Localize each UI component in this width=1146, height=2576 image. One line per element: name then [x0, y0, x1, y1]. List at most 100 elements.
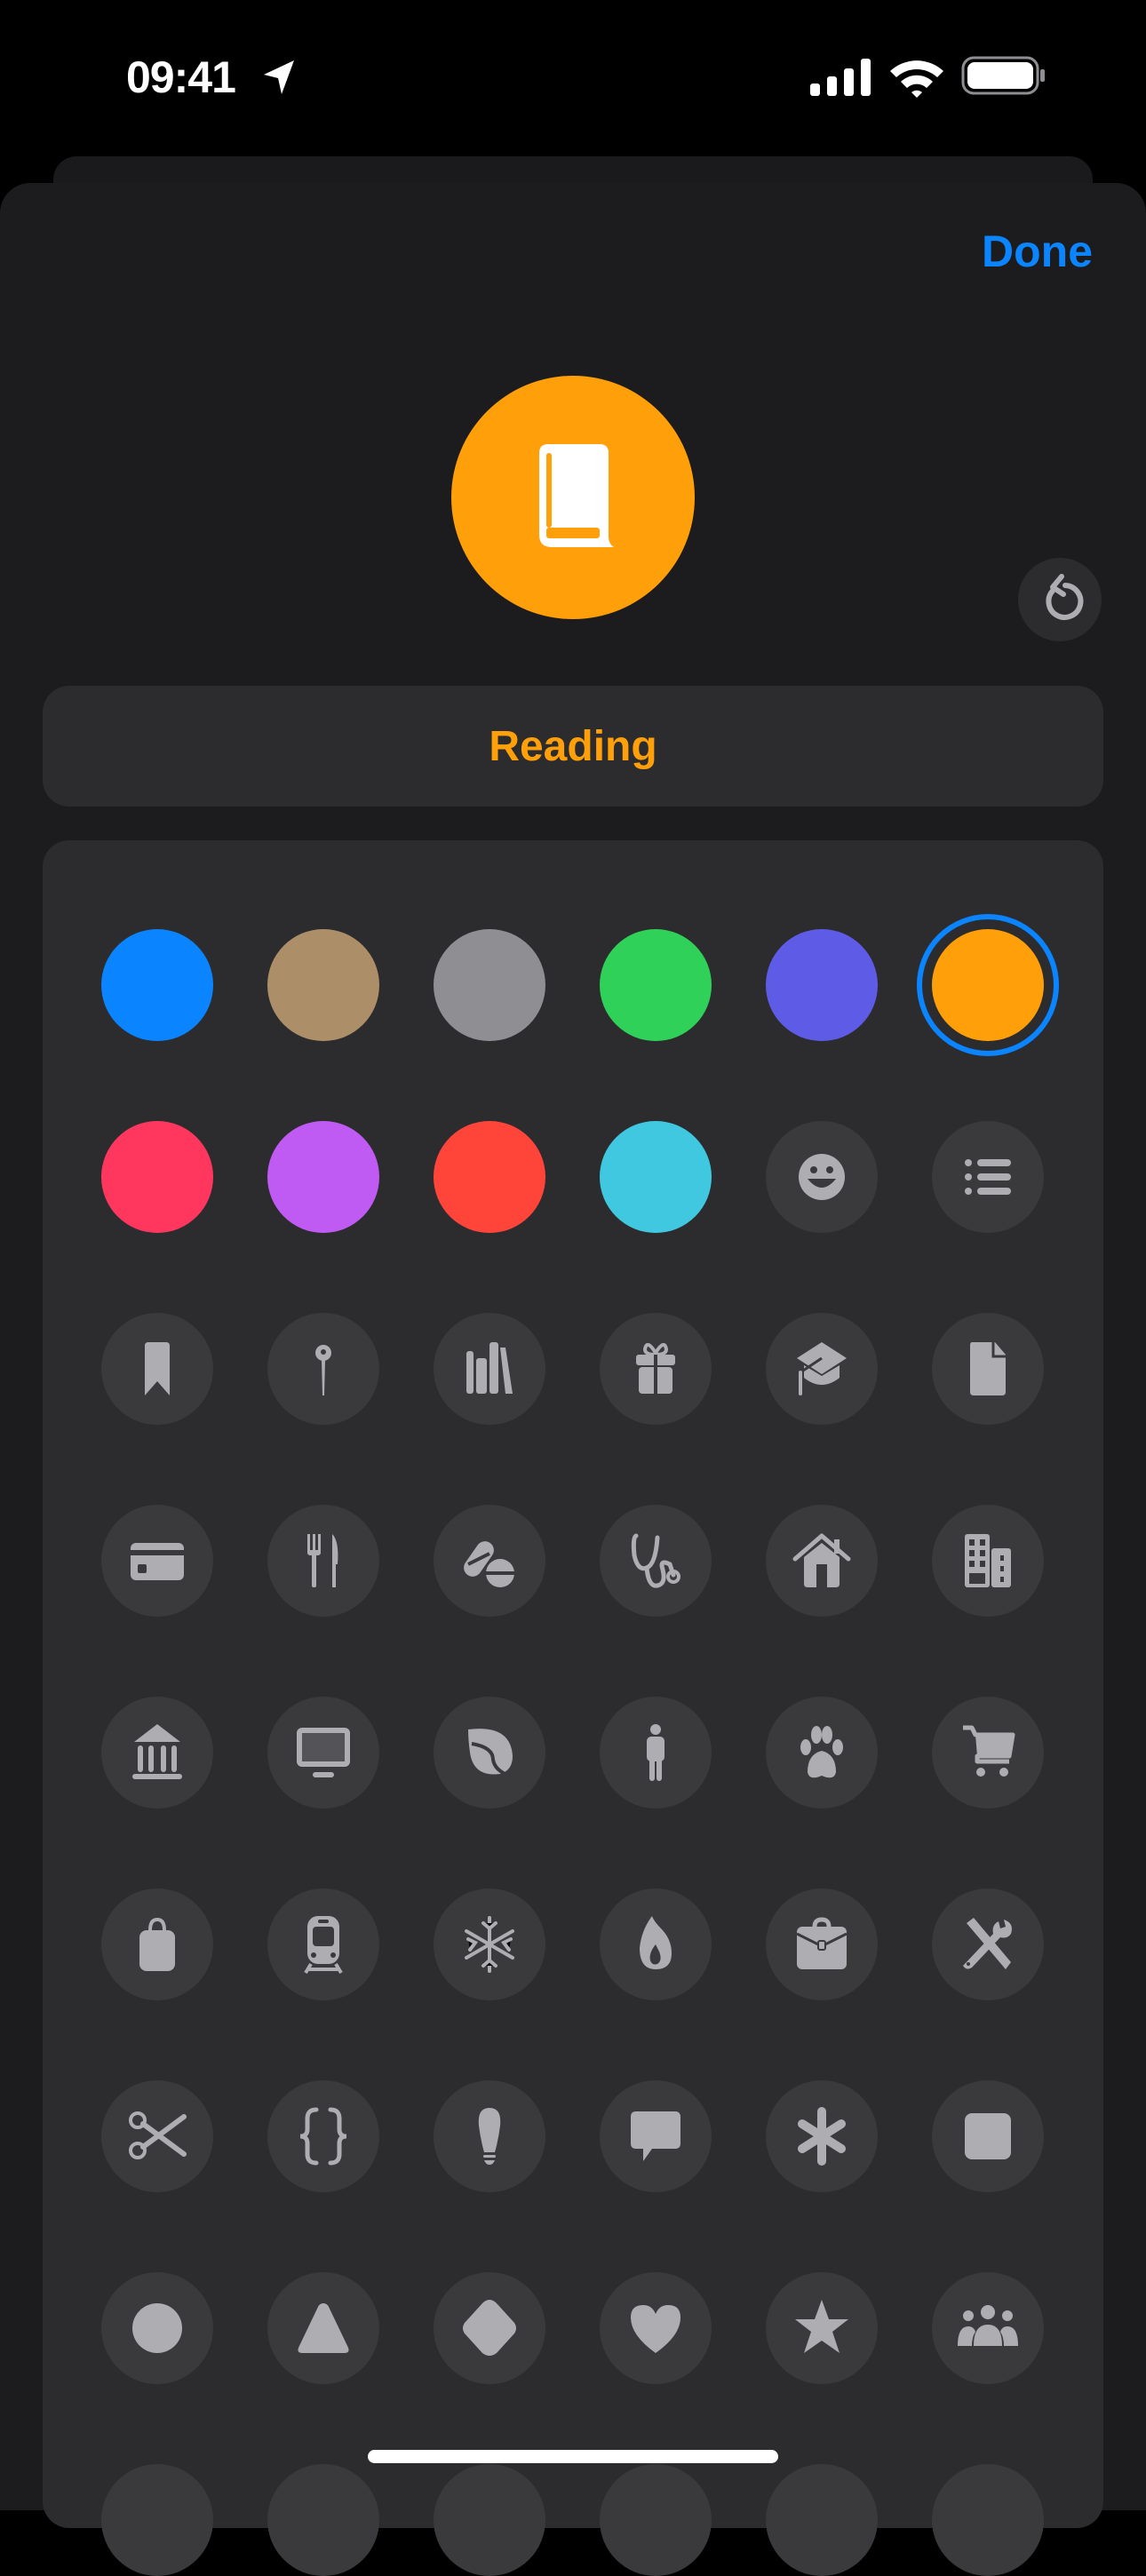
glyph-option-list[interactable] — [932, 1121, 1044, 1233]
color-swatch-brown[interactable] — [267, 929, 379, 1041]
glyph-option-snowflake[interactable] — [434, 1888, 545, 2000]
wifi-icon — [890, 60, 943, 98]
glyph-option-partial[interactable] — [766, 2464, 878, 2576]
pills-icon — [464, 1541, 514, 1587]
lightbulb-icon — [478, 2108, 501, 2165]
color-swatch-red[interactable] — [434, 1121, 545, 1233]
done-button[interactable]: Done — [982, 226, 1093, 277]
color-swatch-purple[interactable] — [267, 1121, 379, 1233]
paw-icon — [800, 1726, 843, 1778]
glyph-option-partial[interactable] — [101, 2464, 213, 2576]
glyph-option-tools[interactable] — [932, 1888, 1044, 2000]
glyph-option-fork-knife[interactable] — [267, 1505, 379, 1617]
cart-icon — [963, 1725, 1015, 1777]
document-icon — [970, 1342, 1006, 1395]
bank-icon — [132, 1724, 182, 1779]
reset-button[interactable] — [1018, 558, 1102, 641]
location-arrow-icon — [264, 60, 294, 94]
books-icon — [466, 1342, 513, 1394]
list-name-field[interactable] — [43, 686, 1103, 807]
glyph-option-partial[interactable] — [932, 2464, 1044, 2576]
glyph-option-credit-card[interactable] — [101, 1505, 213, 1617]
list-icon-preview — [451, 376, 695, 619]
color-swatch-green[interactable] — [600, 929, 712, 1041]
book-icon — [539, 444, 614, 547]
glyph-option-paw[interactable] — [766, 1697, 878, 1809]
glyph-option-partial[interactable] — [267, 2464, 379, 2576]
group-icon — [958, 2305, 1018, 2346]
glyph-option-scissors[interactable] — [101, 2080, 213, 2192]
home-indicator[interactable] — [368, 2450, 778, 2463]
glyph-option-lightbulb[interactable] — [434, 2080, 545, 2192]
glyph-option-partial[interactable] — [434, 2464, 545, 2576]
glyph-option-briefcase[interactable] — [766, 1888, 878, 2000]
triangle-icon — [298, 2303, 349, 2353]
glyph-option-leaf[interactable] — [434, 1697, 545, 1809]
glyph-option-books[interactable] — [434, 1313, 545, 1425]
color-swatch-gray[interactable] — [434, 929, 545, 1041]
glyph-option-tram[interactable] — [267, 1888, 379, 2000]
glyph-option-braces[interactable] — [267, 2080, 379, 2192]
house-icon — [792, 1533, 851, 1587]
glyph-option-person[interactable] — [600, 1697, 712, 1809]
glyph-option-bag[interactable] — [101, 1888, 213, 2000]
status-time: 09:41 — [126, 52, 236, 102]
reset-arrow-icon — [1046, 574, 1084, 620]
glyph-option-square[interactable] — [932, 2080, 1044, 2192]
glyph-option-bookmark[interactable] — [101, 1313, 213, 1425]
pin-icon — [315, 1345, 331, 1395]
graduation-cap-icon — [797, 1342, 847, 1395]
glyph-option-diamond[interactable] — [434, 2272, 545, 2384]
color-swatch-orange[interactable] — [917, 914, 1059, 1056]
glyph-option-group[interactable] — [932, 2272, 1044, 2384]
flame-icon — [640, 1916, 672, 1969]
glyph-option-graduation-cap[interactable] — [766, 1313, 878, 1425]
asterisk-icon — [798, 2107, 846, 2166]
cellular-signal-icon — [810, 59, 871, 96]
diamond-icon — [463, 2300, 516, 2356]
speech-bubble-icon — [631, 2111, 680, 2161]
color-swatch-cyan[interactable] — [600, 1121, 712, 1233]
scissors-icon — [129, 2111, 187, 2159]
glyph-option-asterisk[interactable] — [766, 2080, 878, 2192]
glyph-option-pills[interactable] — [434, 1505, 545, 1617]
circle-icon — [132, 2303, 182, 2353]
leaf-icon — [468, 1729, 513, 1777]
color-swatch-pink[interactable] — [101, 1121, 213, 1233]
status-bar: 09:41 — [0, 0, 1146, 151]
glyph-option-flame[interactable] — [600, 1888, 712, 2000]
stethoscope-icon — [631, 1533, 680, 1588]
briefcase-icon — [796, 1917, 848, 1969]
list-icon — [965, 1159, 1011, 1195]
glyph-option-house[interactable] — [766, 1505, 878, 1617]
color-swatch-blue[interactable] — [101, 929, 213, 1041]
gift-icon — [636, 1342, 675, 1394]
bag-icon — [139, 1917, 175, 1971]
picker-grid — [101, 914, 1059, 2576]
color-icon-picker — [43, 840, 1103, 2576]
glyph-option-circle[interactable] — [101, 2272, 213, 2384]
glyph-option-building[interactable] — [932, 1505, 1044, 1617]
heart-icon — [631, 2305, 680, 2353]
battery-icon — [961, 56, 1045, 95]
list-name-input[interactable] — [43, 720, 1103, 772]
glyph-option-stethoscope[interactable] — [600, 1505, 712, 1617]
glyph-option-gift[interactable] — [600, 1313, 712, 1425]
square-icon — [965, 2113, 1011, 2159]
glyph-option-partial[interactable] — [600, 2464, 712, 2576]
glyph-option-heart[interactable] — [600, 2272, 712, 2384]
glyph-option-desktop[interactable] — [267, 1697, 379, 1809]
building-icon — [965, 1534, 1011, 1587]
glyph-option-triangle[interactable] — [267, 2272, 379, 2384]
glyph-option-star[interactable] — [766, 2272, 878, 2384]
glyph-option-pin[interactable] — [267, 1313, 379, 1425]
tram-icon — [304, 1916, 343, 1975]
glyph-option-speech-bubble[interactable] — [600, 2080, 712, 2192]
tools-icon — [963, 1918, 1012, 1969]
color-swatch-indigo[interactable] — [766, 929, 878, 1041]
glyph-option-cart[interactable] — [932, 1697, 1044, 1809]
glyph-option-smiley[interactable] — [766, 1121, 878, 1233]
glyph-option-bank[interactable] — [101, 1697, 213, 1809]
person-icon — [647, 1724, 665, 1781]
glyph-option-document[interactable] — [932, 1313, 1044, 1425]
